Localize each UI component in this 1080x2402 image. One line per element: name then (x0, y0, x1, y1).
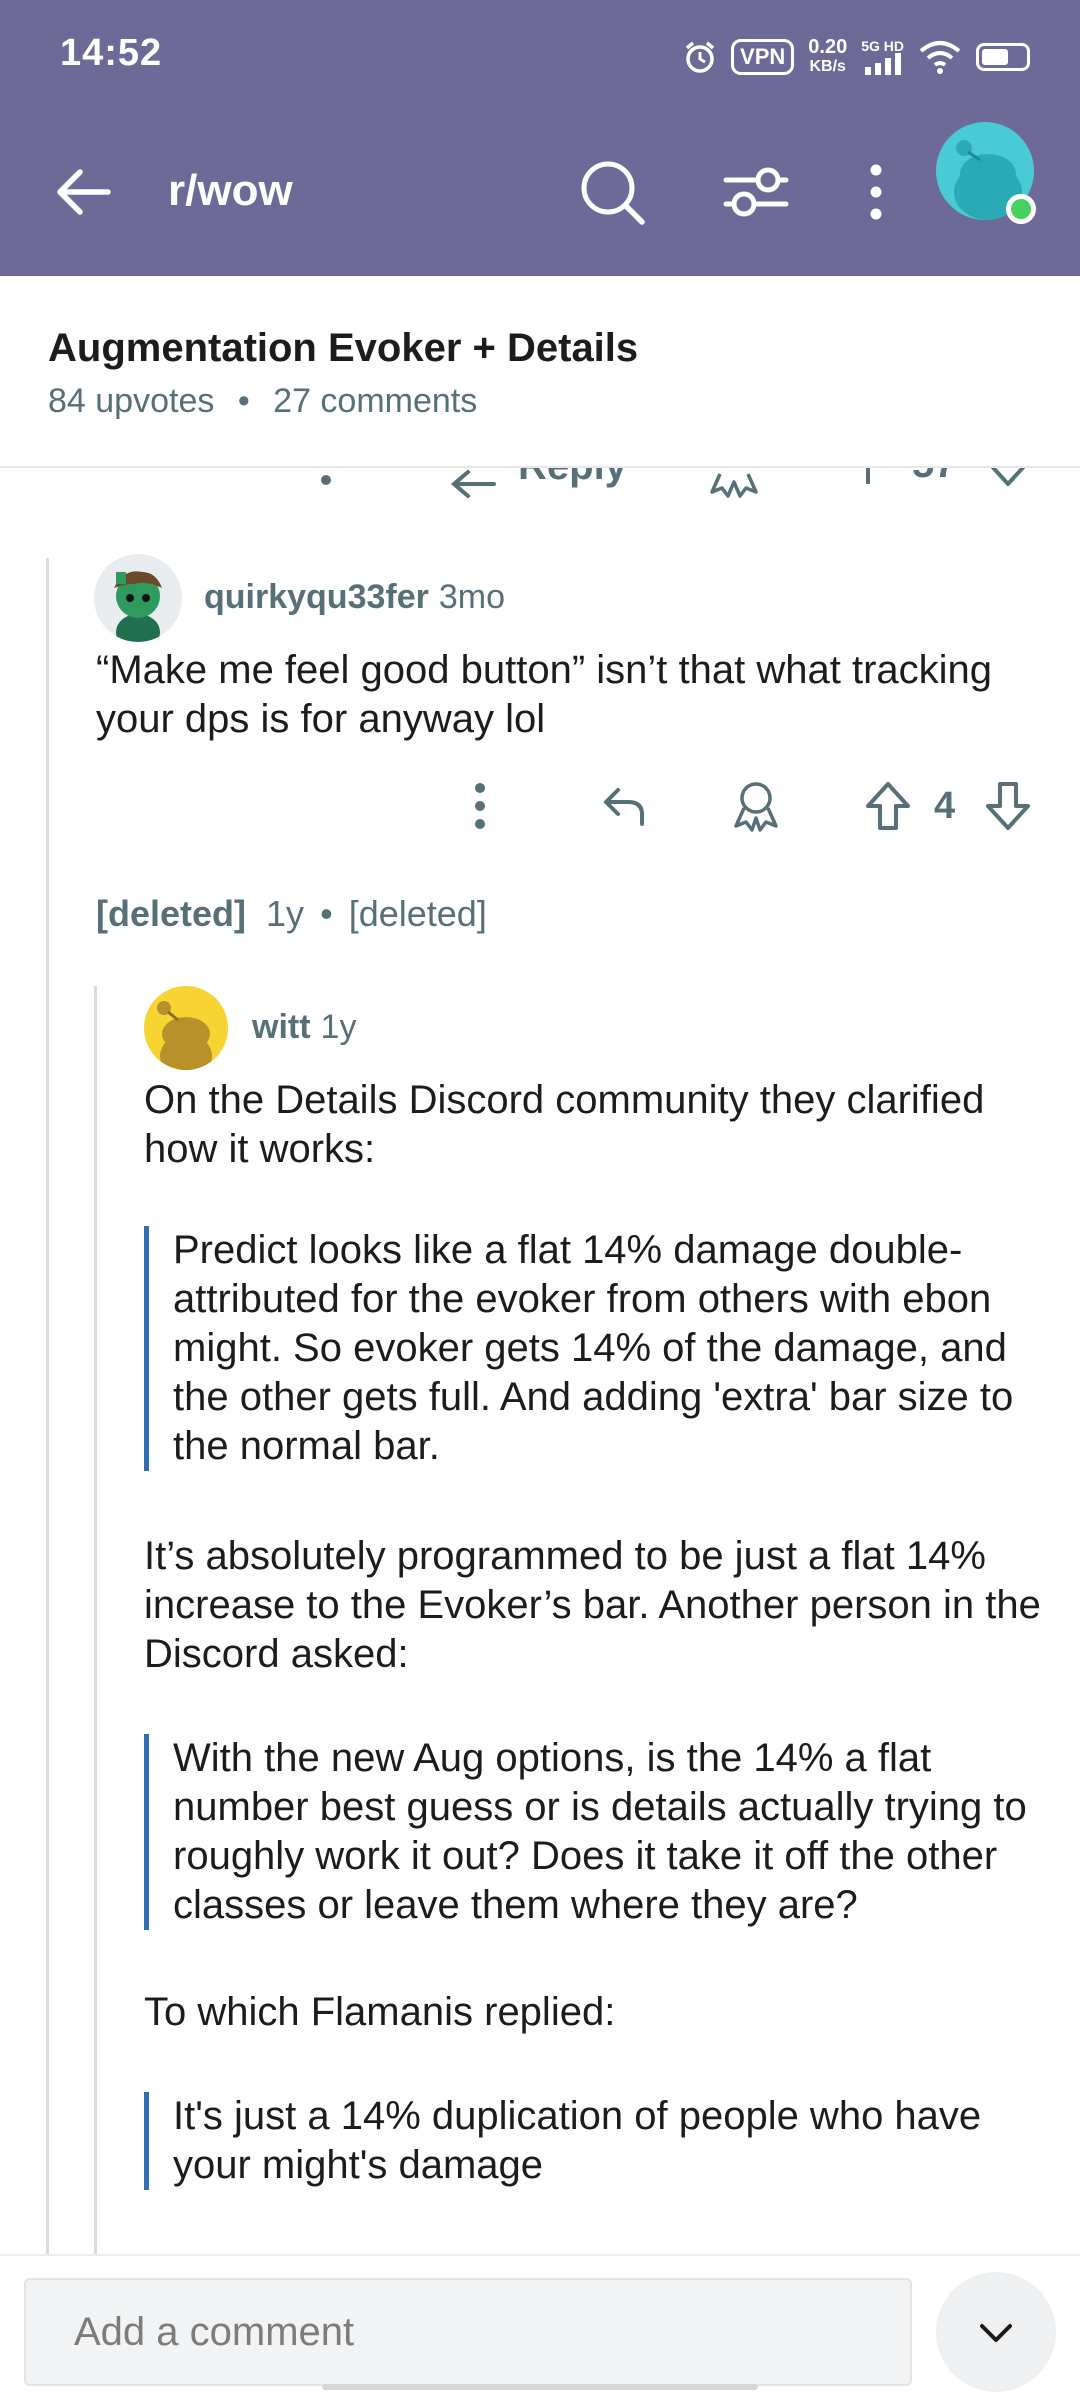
meta-separator: • (237, 382, 250, 420)
blockquote: With the new Aug options, is the 14% a f… (144, 1734, 1057, 1930)
downvote-icon[interactable] (980, 778, 1036, 834)
net-speed: 0.20 KB/s (808, 36, 848, 75)
add-comment-input[interactable]: Add a comment (24, 2278, 912, 2386)
post-title: Augmentation Evoker + Details (48, 326, 639, 370)
online-status-dot (1006, 194, 1036, 224)
thread-line[interactable] (46, 558, 49, 2254)
comment-age: 1y (266, 893, 305, 934)
vpn-badge: VPN (731, 39, 795, 75)
deleted-author: [deleted] (96, 893, 247, 934)
battery-icon (976, 43, 1030, 71)
wifi-icon (919, 41, 961, 74)
reply-icon[interactable] (596, 778, 652, 834)
comment-body: “Make me feel good button” isn’t that wh… (96, 648, 993, 741)
blockquote: It's just a 14% duplication of people wh… (144, 2092, 1057, 2190)
comment-author[interactable]: quirkyqu33fer 3mo (204, 578, 505, 617)
chevron-down-icon (980, 2324, 1012, 2342)
vote-count: 4 (934, 785, 956, 827)
subreddit-name[interactable]: r/wow (168, 166, 293, 216)
collapse-button[interactable] (936, 2272, 1056, 2392)
meta-separator: • (320, 893, 333, 934)
deleted-comment[interactable]: [deleted] 1y • [deleted] (96, 893, 487, 935)
comment-count: 27 comments (273, 382, 478, 420)
award-icon[interactable] (728, 778, 784, 834)
blockquote: Predict looks like a flat 14% damage dou… (144, 1226, 1049, 1471)
comment-author[interactable]: witt 1y (252, 1008, 356, 1047)
back-arrow-icon[interactable] (50, 158, 118, 226)
search-icon[interactable] (576, 156, 648, 228)
status-icons: VPN 0.20 KB/s 5G HD (683, 34, 1030, 80)
more-vertical-icon[interactable] (840, 156, 912, 228)
app-header: 14:52 VPN 0.20 KB/s 5G HD r/wow (0, 0, 1080, 276)
home-indicator[interactable] (322, 2384, 758, 2390)
status-time: 14:52 (60, 32, 163, 74)
comment-paragraph: To which Flamanis replied: (144, 1990, 616, 2034)
post-meta: 84 upvotes • 27 comments (48, 382, 477, 421)
deleted-body: [deleted] (348, 893, 487, 934)
thread-line[interactable] (94, 986, 97, 2254)
filter-icon[interactable] (720, 156, 792, 228)
alarm-icon (685, 41, 715, 73)
commenter-avatar[interactable] (144, 986, 228, 1070)
comment-age: 1y (320, 1008, 357, 1046)
upvote-icon[interactable] (860, 778, 916, 834)
post-header[interactable]: Augmentation Evoker + Details 84 upvotes… (0, 276, 1080, 468)
commenter-avatar[interactable] (94, 554, 182, 642)
comment-age: 3mo (438, 578, 505, 616)
more-options-icon[interactable] (452, 778, 508, 834)
upvote-count: 84 upvotes (48, 382, 215, 420)
signal-icon: 5G HD (861, 39, 904, 75)
comment-paragraph: It’s absolutely programmed to be just a … (144, 1534, 1041, 1676)
comment-paragraph: On the Details Discord community they cl… (144, 1078, 985, 1171)
comment-bar: Add a comment (0, 2254, 1080, 2402)
